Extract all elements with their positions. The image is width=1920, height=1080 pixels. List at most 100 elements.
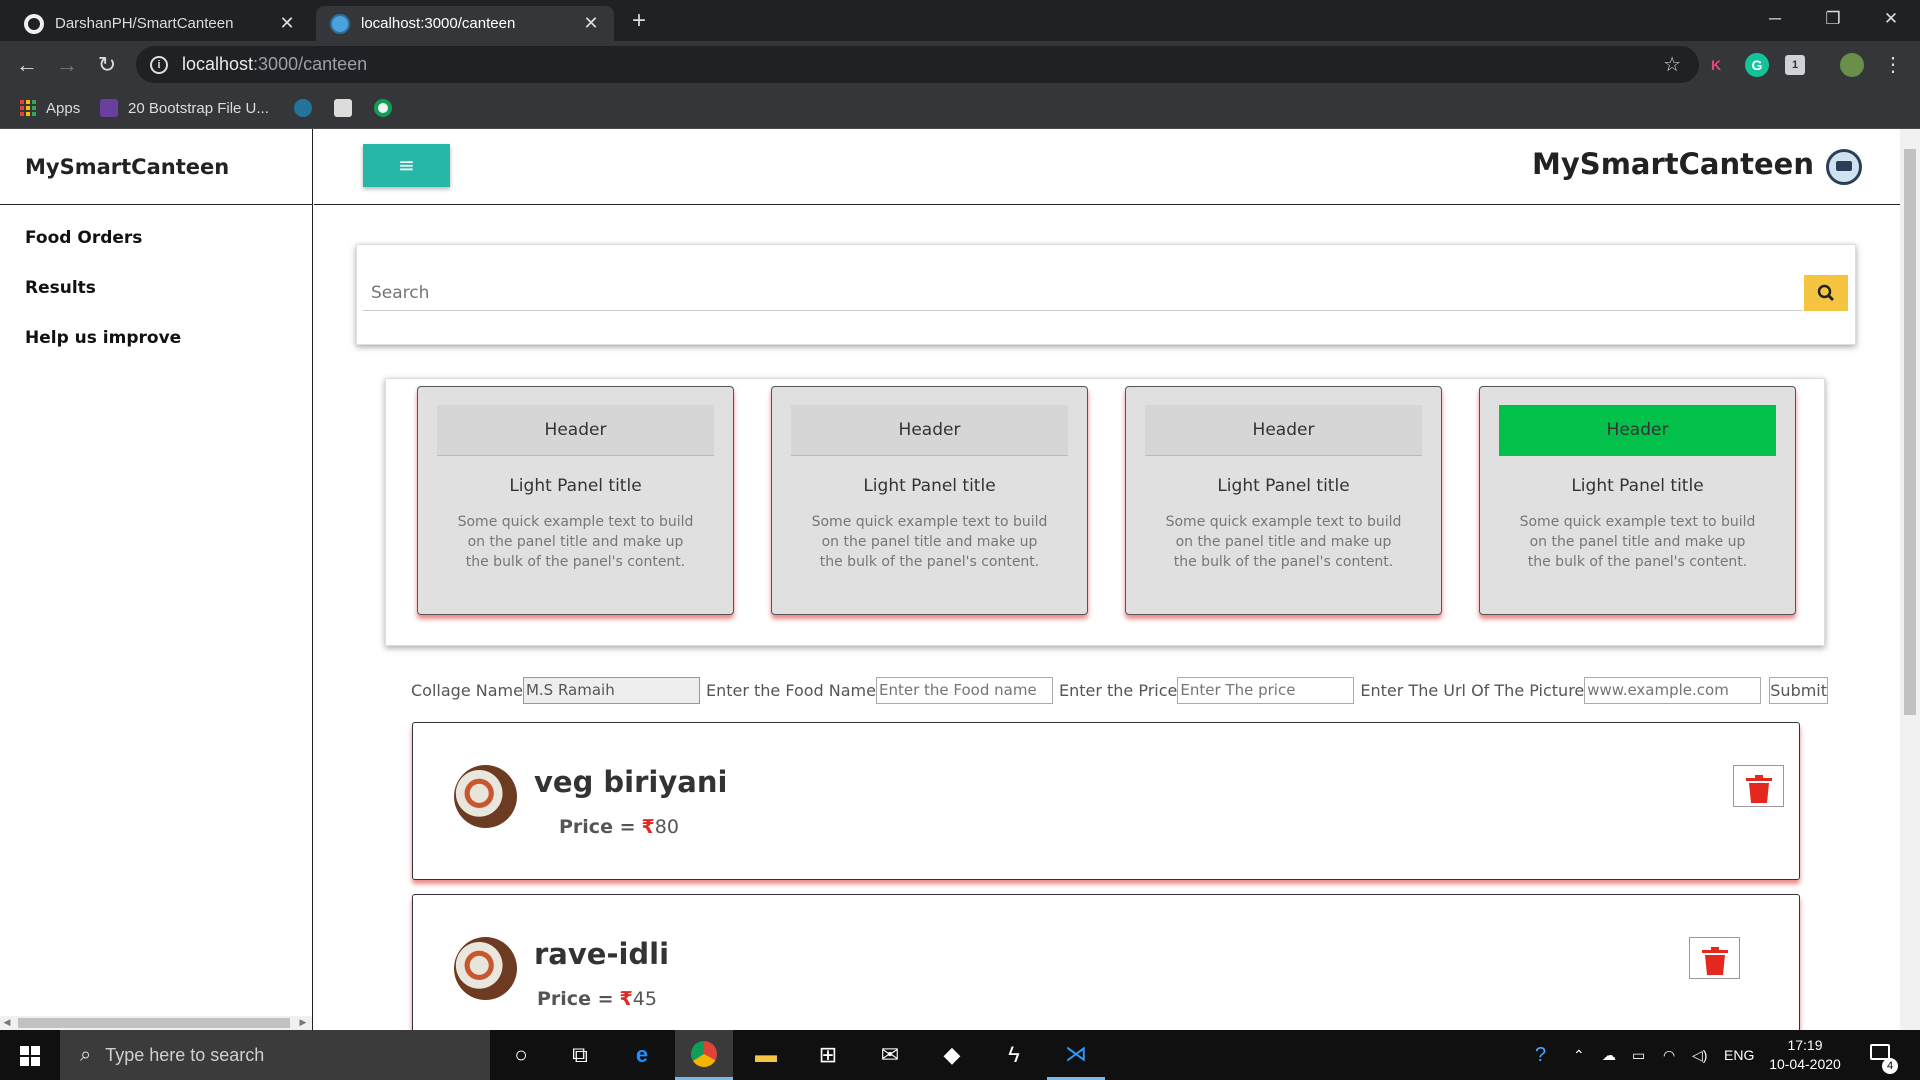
menu-toggle-button[interactable]: ≡ [363, 144, 450, 187]
panels-section: Header Light Panel title Some quick exam… [385, 378, 1825, 646]
window-close-icon[interactable]: ✕ [1863, 0, 1919, 38]
browser-toolbar: ← → ↻ i localhost:3000/canteen ☆ K G 1 ⋮ [0, 41, 1920, 88]
scrollbar-thumb[interactable] [18, 1018, 290, 1028]
bookmark-label: 20 Bootstrap File U... [128, 99, 269, 117]
info-panel[interactable]: Header Light Panel title Some quick exam… [417, 386, 734, 615]
sublime-icon[interactable]: ϟ [985, 1030, 1043, 1080]
picture-url-label: Enter The Url Of The Picture [1360, 680, 1585, 700]
clock-date: 10-04-2020 [1769, 1056, 1841, 1072]
reload-icon[interactable]: ↻ [92, 50, 122, 80]
url-path: :3000/canteen [253, 54, 368, 74]
college-field[interactable] [522, 676, 700, 704]
panel-text: Some quick example text to build on the … [1519, 514, 1756, 570]
search-button[interactable] [1804, 275, 1848, 311]
sidebar-horizontal-scrollbar[interactable]: ◀ ▶ [0, 1016, 312, 1030]
show-hidden-icons[interactable]: ⌃ [1573, 1030, 1585, 1080]
panel-text: Some quick example text to build on the … [457, 514, 694, 570]
bookmark-apps[interactable]: Apps [20, 96, 80, 120]
volume-icon[interactable]: ◁) [1692, 1030, 1707, 1080]
apps-grid-icon [20, 100, 36, 116]
sidebar-item-help[interactable]: Help us improve [0, 313, 312, 363]
price-label: Enter the Price [1058, 680, 1178, 700]
wifi-icon[interactable]: ◠ [1663, 1030, 1675, 1080]
minimize-icon[interactable]: ─ [1747, 0, 1803, 38]
info-panel-active[interactable]: Header Light Panel title Some quick exam… [1479, 386, 1796, 615]
delete-button[interactable] [1733, 765, 1784, 807]
close-icon[interactable]: ✕ [582, 13, 600, 34]
food-price: Price = ₹80 [559, 816, 679, 838]
chrome-icon[interactable] [675, 1030, 733, 1080]
file-explorer-icon[interactable]: ▬ [737, 1030, 795, 1080]
info-icon[interactable]: i [150, 55, 168, 74]
restore-icon[interactable]: ❐ [1805, 0, 1861, 38]
submit-button[interactable]: Submit [1769, 676, 1829, 704]
store-icon[interactable]: ⊞ [799, 1030, 857, 1080]
sidebar-item-food-orders[interactable]: Food Orders [0, 213, 312, 263]
notification-count: 4 [1882, 1058, 1898, 1074]
system-clock[interactable]: 17:19 10-04-2020 [1760, 1036, 1850, 1074]
bookmark-wordpress[interactable] [294, 96, 322, 120]
panel-title: Light Panel title [1571, 476, 1704, 496]
search-input[interactable] [363, 275, 1802, 311]
panel-text: Some quick example text to build on the … [1165, 514, 1402, 570]
profile-avatar[interactable] [1840, 53, 1864, 77]
panel-text: Some quick example text to build on the … [811, 514, 1048, 570]
tab-title: DarshanPH/SmartCanteen [55, 15, 234, 32]
scroll-right-icon[interactable]: ▶ [296, 1016, 310, 1030]
panel-title: Light Panel title [1217, 476, 1350, 496]
price-value: 80 [654, 816, 679, 838]
delete-button[interactable] [1689, 937, 1740, 979]
close-icon[interactable]: ✕ [278, 13, 296, 34]
food-price: Price = ₹45 [537, 988, 657, 1010]
more-menu-icon[interactable]: ⋮ [1878, 50, 1908, 80]
language-indicator[interactable]: ENG [1724, 1030, 1754, 1080]
dropbox-icon[interactable]: ◆ [923, 1030, 981, 1080]
notification-center-icon[interactable]: 4 [1870, 1030, 1898, 1080]
address-bar[interactable]: i localhost:3000/canteen ☆ [136, 46, 1699, 83]
panel-header: Header [791, 405, 1068, 456]
info-panel[interactable]: Header Light Panel title Some quick exam… [1125, 386, 1442, 615]
price-value: 45 [632, 988, 657, 1010]
college-label: Collage Name [411, 680, 523, 700]
battery-icon[interactable]: ▭ [1632, 1030, 1645, 1080]
picture-url-field[interactable] [1584, 676, 1762, 704]
food-item-card: veg biriyani Price = ₹80 [412, 722, 1800, 880]
bookmark-bootstrap[interactable]: 20 Bootstrap File U... [100, 96, 269, 120]
page-vertical-scrollbar[interactable] [1900, 129, 1920, 1030]
windows-logo-icon [20, 1046, 40, 1066]
food-name-field[interactable] [875, 676, 1053, 704]
grammarly-icon[interactable]: G [1745, 53, 1769, 77]
new-tab-button[interactable]: + [624, 6, 654, 36]
scrollbar-thumb[interactable] [1904, 149, 1916, 715]
help-icon[interactable]: ? [1535, 1030, 1546, 1080]
edge-icon[interactable]: e [613, 1030, 671, 1080]
start-button[interactable] [0, 1030, 60, 1080]
bookmark-star-icon[interactable]: ☆ [1663, 52, 1681, 77]
vscode-icon[interactable]: ⋊ [1047, 1030, 1105, 1080]
hamburger-icon: ≡ [398, 153, 415, 177]
info-panel[interactable]: Header Light Panel title Some quick exam… [771, 386, 1088, 615]
food-thumbnail [454, 937, 517, 1000]
onedrive-icon[interactable]: ☁ [1602, 1030, 1616, 1080]
sidebar-brand[interactable]: MySmartCanteen [0, 129, 312, 205]
bookmark-store[interactable] [334, 96, 362, 120]
scroll-left-icon[interactable]: ◀ [0, 1016, 14, 1030]
forward-icon[interactable]: → [52, 50, 82, 80]
mail-icon[interactable]: ✉ [861, 1030, 919, 1080]
back-icon[interactable]: ← [12, 50, 42, 80]
extension-circle-icon [374, 99, 392, 117]
task-view-icon[interactable]: ⧉ [551, 1030, 609, 1080]
panel-header: Header [437, 405, 714, 456]
extension-badge-icon[interactable]: 1 [1785, 55, 1805, 75]
taskbar-search-box[interactable]: ⌕ Type here to search [60, 1030, 490, 1080]
colorlib-icon [100, 99, 118, 117]
sidebar-item-results[interactable]: Results [0, 263, 312, 313]
cortana-icon[interactable]: ○ [492, 1030, 550, 1080]
tab-canteen[interactable]: localhost:3000/canteen ✕ [316, 6, 614, 41]
tab-github[interactable]: DarshanPH/SmartCanteen ✕ [10, 6, 310, 41]
extension-k-icon[interactable]: K [1704, 53, 1728, 77]
navbar-brand: MySmartCanteen [1532, 147, 1814, 181]
panel-title: Light Panel title [863, 476, 996, 496]
price-field[interactable] [1177, 676, 1355, 704]
bookmark-chrome-ext[interactable] [374, 96, 402, 120]
